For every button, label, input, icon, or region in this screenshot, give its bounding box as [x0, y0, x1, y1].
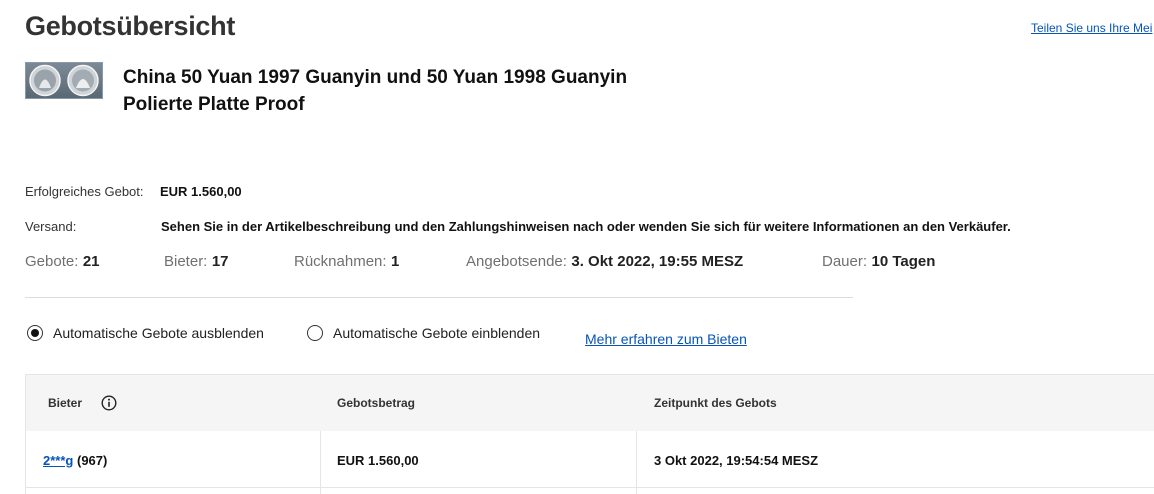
bid-time-cell: 3 Okt 2022, 19:54:54 MESZ	[654, 453, 819, 468]
stat-bidders-value: 17	[211, 253, 229, 270]
radio-hide-auto-bids-label: Automatische Gebote ausblenden	[53, 325, 264, 341]
stat-retractions: Rücknahmen: 1	[294, 253, 399, 271]
radio-selected-dot	[31, 329, 39, 337]
stat-end-label: Angebotsende:	[466, 253, 567, 270]
column-header-bidder[interactable]: Bieter	[48, 396, 82, 410]
stat-bidders-label: Bieter:	[164, 253, 208, 270]
column-divider	[636, 431, 637, 494]
item-title[interactable]: China 50 Yuan 1997 Guanyin und 50 Yuan 1…	[123, 64, 683, 118]
bidder-link[interactable]: 2***g	[43, 453, 73, 468]
stat-bidders: Bieter: 17	[164, 253, 229, 271]
divider	[25, 297, 853, 298]
stat-duration-label: Dauer:	[822, 253, 868, 270]
table-header: Bieter Gebotsbetrag Zeitpunkt des Gebots	[26, 375, 1154, 431]
stat-duration-value: 10 Tagen	[871, 253, 936, 270]
learn-more-link[interactable]: Mehr erfahren zum Bieten	[585, 331, 747, 347]
bidder-feedback-score: (967)	[76, 453, 108, 468]
stat-end: Angebotsende: 3. Okt 2022, 19:55 MESZ	[466, 253, 743, 271]
bid-amount-cell: EUR 1.560,00	[337, 453, 419, 468]
table-row: 2***g (967) EUR 1.560,00 3 Okt 2022, 19:…	[26, 431, 1154, 488]
feedback-link[interactable]: Teilen Sie uns Ihre Mei	[1031, 21, 1152, 35]
stat-end-value: 3. Okt 2022, 19:55 MESZ	[571, 253, 744, 270]
winning-bid-value: EUR 1.560,00	[160, 184, 242, 199]
bid-history-table: Bieter Gebotsbetrag Zeitpunkt des Gebots…	[25, 374, 1154, 494]
radio-show-auto-bids[interactable]: Automatische Gebote einblenden	[307, 325, 540, 341]
radio-show-auto-bids-label: Automatische Gebote einblenden	[333, 325, 541, 341]
column-header-time[interactable]: Zeitpunkt des Gebots	[654, 396, 777, 410]
stat-retractions-value: 1	[391, 253, 400, 270]
stat-duration: Dauer: 10 Tagen	[822, 253, 935, 271]
info-icon[interactable]	[101, 395, 117, 411]
bidder-cell: 2***g (967)	[43, 453, 107, 468]
shipping-label: Versand:	[25, 219, 77, 234]
winning-bid-label: Erfolgreiches Gebot:	[25, 184, 144, 199]
radio-hide-auto-bids[interactable]: Automatische Gebote ausblenden	[27, 325, 264, 341]
page-title: Gebotsübersicht	[25, 11, 236, 41]
item-thumbnail[interactable]	[25, 62, 103, 99]
shipping-value: Sehen Sie in der Artikelbeschreibung und…	[161, 219, 1011, 234]
coin-image	[29, 64, 99, 97]
stat-retractions-label: Rücknahmen:	[294, 253, 387, 270]
stat-bids: Gebote: 21	[25, 253, 100, 271]
stat-bids-value: 21	[82, 253, 100, 270]
stat-bids-label: Gebote:	[25, 253, 79, 270]
item-title-line2: Polierte Platte Proof	[123, 94, 305, 115]
radio-icon[interactable]	[27, 325, 43, 341]
radio-icon[interactable]	[307, 325, 323, 341]
column-divider	[320, 431, 321, 494]
column-header-amount[interactable]: Gebotsbetrag	[337, 396, 415, 410]
item-title-line1: China 50 Yuan 1997 Guanyin und 50 Yuan 1…	[123, 67, 628, 88]
